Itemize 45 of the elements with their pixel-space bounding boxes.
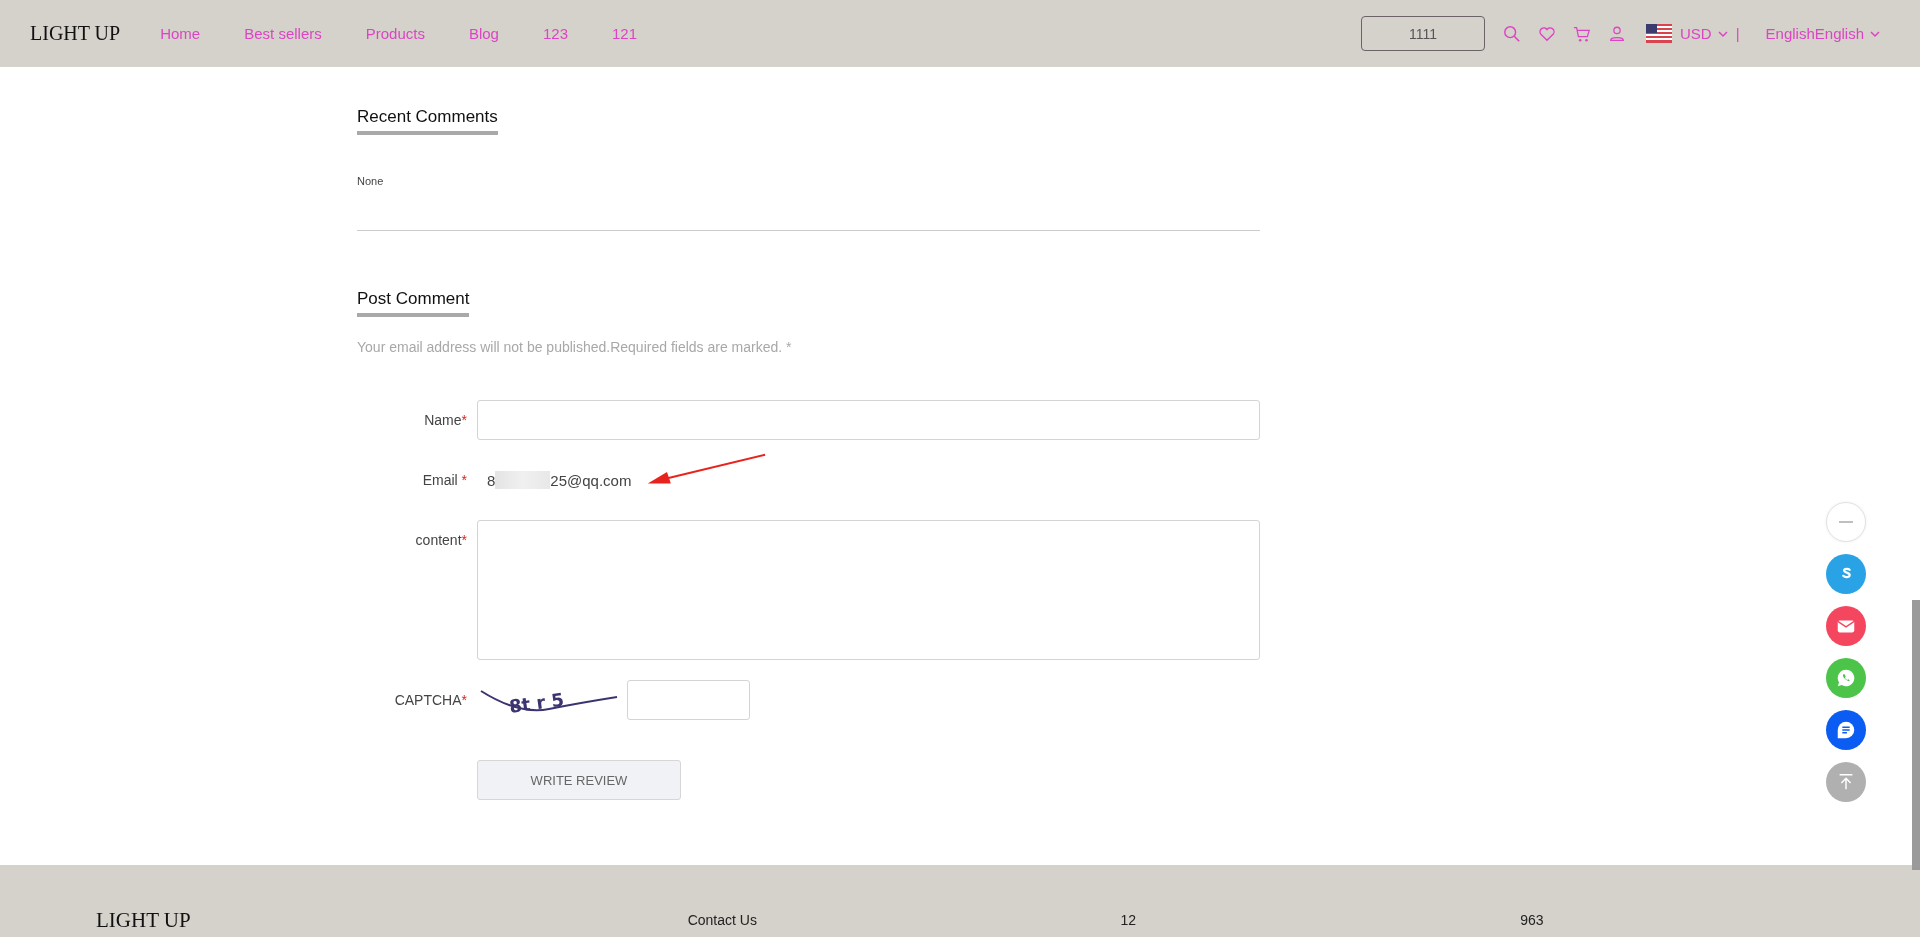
- scrollbar[interactable]: [1912, 600, 1920, 870]
- chevron-icon[interactable]: [1870, 29, 1880, 38]
- heart-icon[interactable]: [1538, 24, 1556, 43]
- field-label: Email *: [421, 472, 467, 488]
- nav-link[interactable]: Best sellers: [244, 25, 322, 42]
- field-label: Name*: [423, 412, 467, 428]
- message-icon: [1835, 719, 1857, 741]
- chat-button[interactable]: [1826, 710, 1866, 750]
- nav-link[interactable]: Products: [365, 25, 425, 42]
- name-field[interactable]: [477, 400, 1260, 440]
- write-review-button[interactable]: WRITE REVIEW: [477, 760, 681, 800]
- nav-link[interactable]: 121: [612, 25, 638, 42]
- section-title: Post Comment: [357, 289, 470, 317]
- chevron-icon[interactable]: [1717, 29, 1728, 38]
- minus-icon: [1839, 521, 1853, 523]
- email-button[interactable]: [1826, 606, 1866, 646]
- section-title: Recent Comments: [357, 107, 498, 135]
- user-icon[interactable]: [1608, 24, 1626, 43]
- email-value: 8 25@qq.com: [487, 471, 632, 489]
- phone-bubble-icon: [1835, 667, 1857, 689]
- flag-icon[interactable]: [1646, 24, 1672, 43]
- nav-link[interactable]: 123: [542, 25, 568, 42]
- top-button[interactable]: [1826, 762, 1866, 802]
- separator: |: [1735, 25, 1740, 42]
- language-selector[interactable]: EnglishEnglish: [1765, 25, 1864, 42]
- content-field[interactable]: [477, 520, 1260, 660]
- footer-heading: 12: [1120, 912, 1137, 928]
- footer-heading: Contact Us: [687, 912, 758, 928]
- logo[interactable]: LIGHT UP: [30, 22, 121, 45]
- search-field[interactable]: 1111: [1361, 16, 1485, 51]
- search-icon[interactable]: [1503, 24, 1521, 43]
- minimize-button[interactable]: [1826, 502, 1866, 542]
- nav-link[interactable]: Home: [160, 25, 201, 42]
- form-note: Your email address will not be published.Required fields are marked. *: [357, 339, 793, 355]
- comments-empty-text: None: [357, 175, 1260, 231]
- field-label: CAPTCHA*: [393, 692, 467, 708]
- nav-link[interactable]: Blog: [468, 25, 499, 42]
- skype-button[interactable]: [1826, 554, 1866, 594]
- footer-heading: 963: [1520, 912, 1545, 928]
- footer-logo: LIGHT UP: [96, 908, 192, 933]
- field-label: content*: [414, 532, 467, 548]
- currency-selector[interactable]: USD: [1680, 25, 1712, 42]
- captcha-field[interactable]: [627, 680, 750, 720]
- cart-icon[interactable]: [1573, 24, 1591, 43]
- whatsapp-button[interactable]: [1826, 658, 1866, 698]
